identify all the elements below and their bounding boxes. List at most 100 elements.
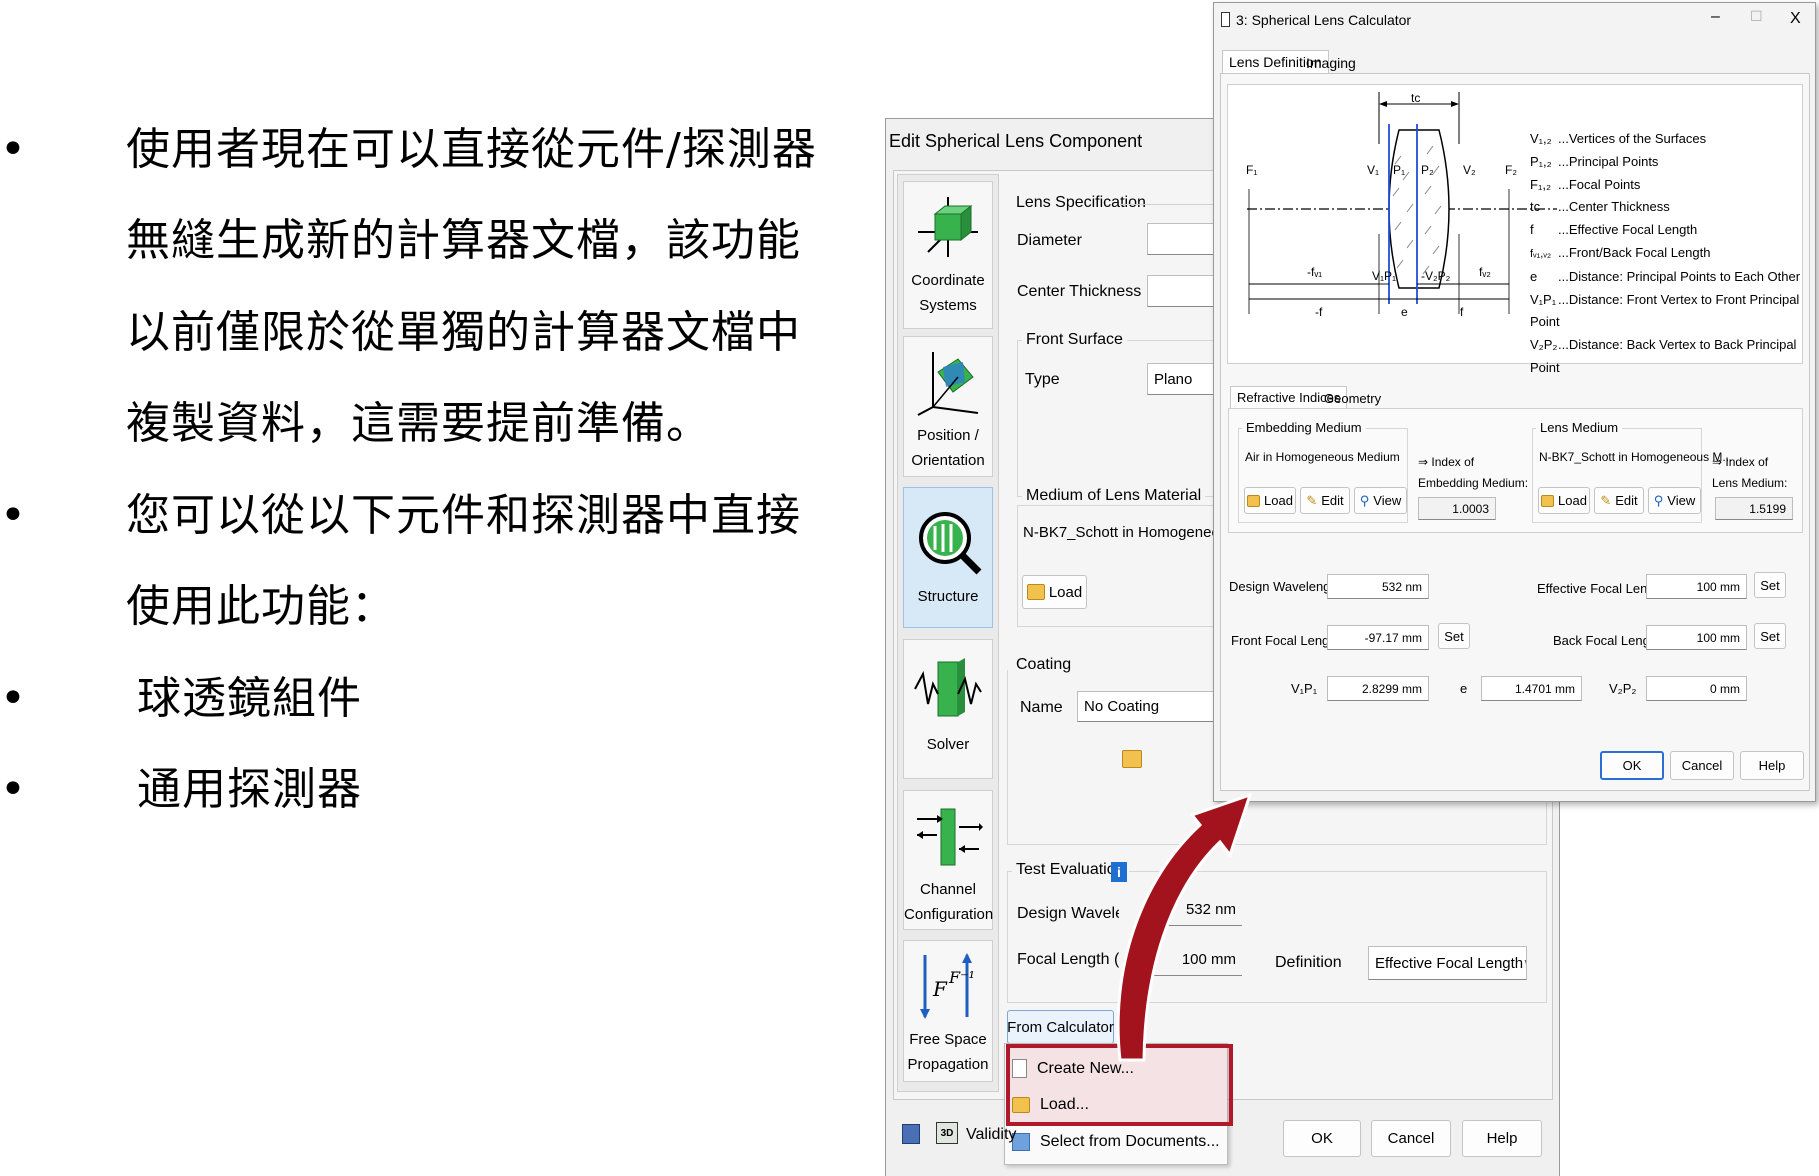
diagram-label-v2p2: -V₂P₂ [1421,269,1451,283]
folder-icon [1026,584,1045,600]
calc-help-button[interactable]: Help [1740,751,1804,780]
folder-icon [1122,750,1142,768]
type-label: Type [1025,371,1060,388]
bullet-dot: • [0,124,26,175]
coating-name-input[interactable]: No Coating [1077,691,1217,722]
diagram-label-f2: F₂ [1505,163,1517,177]
pencil-icon: ✎ [1306,492,1318,508]
diagram-label-tc: tᴄ [1411,91,1420,105]
embedding-index-value: 1.0003 [1418,497,1496,520]
nav-item-free-space-propagation[interactable]: F F⁻¹ Free Space Propagation [903,940,993,1082]
calc-ffl-input[interactable]: -97.17 mm [1327,625,1429,650]
diagram-label-fv1: -fᵥ₁ [1307,265,1322,279]
tab-imaging[interactable]: Imaging [1300,52,1362,74]
nav-label: Free Space [909,1031,987,1048]
lens-medium-edit-button[interactable]: ✎ Edit [1594,487,1644,514]
test-evaluation-group [1007,871,1547,1003]
structure-icon [913,506,983,576]
free-space-propagation-icon: F F⁻¹ [913,951,983,1021]
menu-select-from-documents[interactable]: Select from Documents... [1012,1133,1220,1151]
set-efl-button[interactable]: Set [1754,572,1786,598]
calc-efl-input[interactable]: 100 mm [1646,574,1747,599]
magnifier-icon: ⚲ [1359,492,1370,508]
maximize-button[interactable]: ☐ [1750,8,1763,25]
embedding-edit-button[interactable]: ✎ Edit [1300,487,1350,514]
medium-value: N-BK7_Schott in Homogeneous Me [1023,524,1215,541]
save-icon[interactable] [902,1124,920,1144]
diameter-input[interactable] [1147,223,1217,255]
bullet-1-line-4: 複製資料，這需要提前準備。 [126,398,711,449]
lens-medium-value: N-BK7_Schott in Homogeneous M... [1539,450,1733,464]
calc-v2p2-input[interactable]: 0 mm [1646,676,1747,701]
legend-row: f ...Effective Focal Length [1530,222,1698,238]
calc-bfl-input[interactable]: 100 mm [1646,625,1747,650]
edit-dialog-title: Edit Spherical Lens Component [889,131,1143,151]
type-select[interactable]: Plano [1147,363,1217,395]
embedding-load-button[interactable]: Load [1244,487,1296,514]
magnifier-icon: ⚲ [1653,492,1664,508]
set-bfl-button[interactable]: Set [1754,623,1786,649]
nav-item-coordinate-systems[interactable]: Coordinate Systems [903,181,993,329]
channel-configuration-icon [913,801,983,871]
nav-label: Orientation [911,452,985,469]
lens-index-label: ⇒ Index of Lens Medium: [1712,455,1788,490]
calc-design-wavelength-input[interactable]: 532 nm [1327,574,1429,599]
lens-medium-load-button[interactable]: Load [1538,487,1590,514]
lens-medium-title: Lens Medium [1536,420,1623,435]
set-ffl-button[interactable]: Set [1438,623,1470,649]
validity-icon[interactable]: 3D [936,1122,958,1144]
lens-index-value: 1.5199 [1715,497,1793,520]
nav-item-structure[interactable]: Structure [903,487,993,628]
diagram-label-p1: P₁ [1393,163,1405,177]
calc-v1p1-input[interactable]: 2.8299 mm [1327,676,1429,701]
nav-label: Systems [919,297,977,314]
calc-ok-button[interactable]: OK [1600,751,1664,780]
solver-icon [913,654,983,724]
calc-design-wavelength-label: Design Wavelength [1229,579,1342,594]
diagram-legend: V₁,₂ ...Vertices of the Surfaces P₁,₂ ...P… [1530,128,1819,380]
menu-load[interactable]: Load... [1012,1096,1089,1114]
definition-select[interactable]: Effective Focal Length ∨ [1368,946,1527,980]
definition-label: Definition [1275,954,1342,971]
validity-label: Validity [966,1126,1017,1143]
center-thickness-input[interactable] [1147,275,1217,307]
calc-e-input[interactable]: 1.4701 mm [1481,676,1582,701]
lens-spec-divider [1120,204,1220,205]
legend-row: tᴄ ...Center Thickness [1530,199,1670,215]
svg-text:F⁻¹: F⁻¹ [948,968,975,987]
edit-dialog-ok-button[interactable]: OK [1283,1120,1361,1157]
new-document-icon [1012,1059,1027,1078]
nav-label: Structure [917,588,979,605]
nav-label: Configuration [904,906,994,923]
medium-load-button[interactable]: Load [1022,575,1087,609]
calc-cancel-button[interactable]: Cancel [1670,751,1734,780]
nav-label: Position / [917,427,979,444]
legend-row: fᵥ₁,ᵥ₂ ...Front/Back Focal Length [1530,244,1711,260]
diagram-label-f: f [1460,305,1464,319]
nav-item-channel-configuration[interactable]: Channel Configuration [903,790,993,930]
embedding-index-label: ⇒ Index of Embedding Medium: [1418,455,1529,490]
diagram-label-v1p1: V₁P₁ [1372,269,1396,283]
chevron-down-icon: ∨ [1523,956,1526,970]
bullet-2-line-1: 您可以從以下元件和探測器中直接 [126,490,801,541]
medium-title: Medium of Lens Material [1022,487,1206,505]
nav-label: Propagation [907,1056,989,1073]
edit-dialog-help-button[interactable]: Help [1462,1120,1542,1157]
tab-geometry[interactable]: Geometry [1318,388,1387,409]
close-button[interactable]: X [1790,10,1801,28]
svg-text:F: F [932,977,948,1001]
lens-specification-title: Lens Specification [1012,194,1150,212]
edit-dialog-cancel-button[interactable]: Cancel [1371,1120,1451,1157]
bullet-dot: • [0,490,26,541]
nav-label: Coordinate [911,272,985,289]
lens-medium-view-button[interactable]: ⚲ View [1648,487,1701,514]
from-calculator-button[interactable]: From Calculator [1007,1010,1114,1044]
minimize-button[interactable]: – [1711,8,1720,26]
diagram-label-fv2: fᵥ₂ [1479,265,1491,279]
nav-item-solver[interactable]: Solver [903,639,993,779]
calc-v1p1-label: V₁P₁ [1291,681,1318,696]
coating-load-icon[interactable] [1122,750,1144,770]
embedding-view-button[interactable]: ⚲ View [1354,487,1407,514]
nav-item-position-orientation[interactable]: Position / Orientation [903,336,993,477]
calc-v2p2-label: V₂P₂ [1609,681,1637,696]
